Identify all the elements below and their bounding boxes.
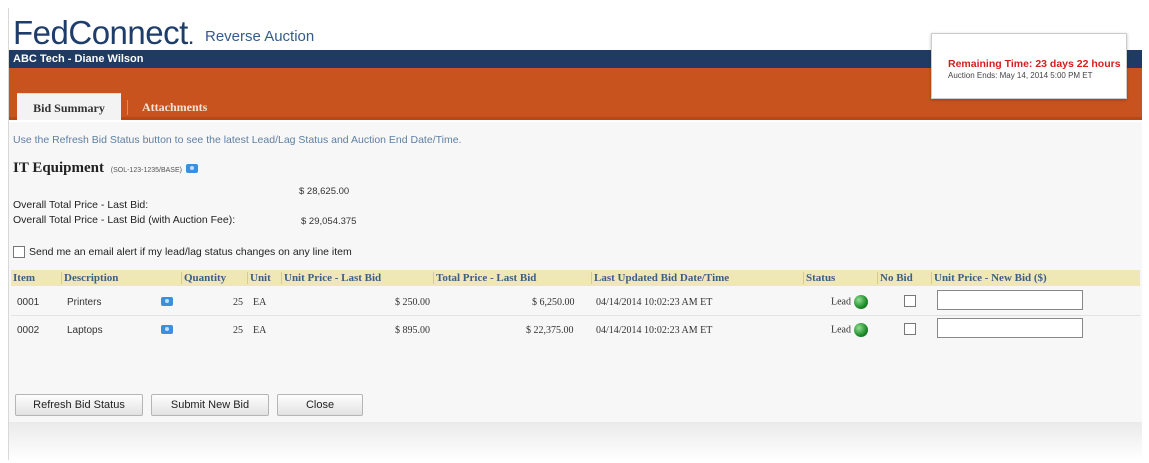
header-logo-row: FedConnect. Reverse Auction	[9, 8, 929, 51]
solicitation-number: (SOL-123-1235/BASE)	[110, 167, 182, 174]
last-bid-value: $ 28,625.00	[299, 186, 350, 197]
header-unit-price: Unit Price - Last Bid	[281, 272, 381, 284]
submit-new-bid-button[interactable]: Submit New Bid	[151, 394, 269, 416]
email-alert-label: Send me an email alert if my lead/lag st…	[29, 246, 352, 258]
user-name: ABC Tech - Diane Wilson	[13, 53, 144, 65]
table-row: 0001 Printers 25 EA $ 250.00 $ 6,250.00 …	[11, 288, 1140, 316]
camera-icon[interactable]	[161, 325, 173, 334]
close-button[interactable]: Close	[277, 394, 363, 416]
camera-icon[interactable]	[185, 164, 198, 174]
new-bid-input[interactable]	[937, 290, 1083, 310]
footer-strip	[9, 422, 1142, 460]
header-unit: Unit	[247, 272, 271, 284]
app-subtitle: Reverse Auction	[205, 28, 315, 45]
row-unit-price: $ 895.00	[395, 325, 430, 336]
header-no-bid: No Bid	[877, 272, 913, 284]
auction-end-time: Auction Ends: May 14, 2014 5:00 PM ET	[948, 71, 1093, 80]
remaining-time: Remaining Time: 23 days 22 hours	[948, 58, 1121, 70]
row-quantity: 25	[233, 325, 243, 336]
row-status: Lead	[831, 295, 868, 309]
table-row: 0002 Laptops 25 EA $ 895.00 $ 22,375.00 …	[11, 316, 1140, 344]
auction-fee-value: $ 29,054.375	[301, 216, 357, 227]
header-status: Status	[803, 272, 835, 284]
row-unit: EA	[253, 325, 267, 336]
info-text: Use the Refresh Bid Status button to see…	[13, 134, 462, 146]
header-total-price: Total Price - Last Bid	[433, 272, 536, 284]
solicitation-name: IT Equipment	[13, 160, 105, 176]
row-total-price: $ 6,250.00	[532, 297, 575, 308]
solicitation-title: IT Equipment (SOL-123-1235/BASE)	[13, 160, 198, 177]
row-unit: EA	[253, 297, 267, 308]
tab-label: Bid Summary	[33, 101, 105, 115]
row-unit-price: $ 250.00	[395, 297, 430, 308]
last-bid-label: Overall Total Price - Last Bid:	[13, 199, 149, 211]
header-last-updated: Last Updated Bid Date/Time	[591, 272, 729, 284]
no-bid-checkbox[interactable]	[904, 295, 916, 307]
row-item: 0002	[17, 325, 40, 336]
no-bid-checkbox[interactable]	[904, 323, 916, 335]
row-description: Laptops	[67, 325, 103, 336]
email-alert-option: Send me an email alert if my lead/lag st…	[13, 246, 352, 259]
table-header: Item Description Quantity Unit Unit Pric…	[11, 270, 1140, 286]
status-label: Lead	[831, 324, 851, 336]
row-last-updated: 04/14/2014 10:02:23 AM ET	[596, 297, 713, 308]
email-alert-checkbox[interactable]	[13, 246, 25, 259]
status-green-dot-icon	[854, 295, 868, 309]
row-last-updated: 04/14/2014 10:02:23 AM ET	[596, 325, 713, 336]
row-quantity: 25	[233, 297, 243, 308]
fedconnect-logo: FedConnect.	[13, 14, 194, 51]
header-item: Item	[13, 272, 35, 284]
auction-fee-label: Overall Total Price - Last Bid (with Auc…	[13, 214, 236, 226]
refresh-bid-status-button[interactable]: Refresh Bid Status	[15, 394, 143, 416]
header-description: Description	[61, 272, 118, 284]
row-total-price: $ 22,375.00	[526, 325, 574, 336]
tab-bid-summary[interactable]: Bid Summary	[17, 93, 121, 120]
camera-icon[interactable]	[161, 297, 173, 306]
header-new-bid: Unit Price - New Bid ($)	[931, 272, 1047, 284]
header-quantity: Quantity	[181, 272, 226, 284]
auction-timer-panel: Remaining Time: 23 days 22 hours Auction…	[931, 33, 1127, 99]
new-bid-input[interactable]	[937, 318, 1083, 338]
tab-attachments[interactable]: Attachments	[127, 100, 207, 115]
row-item: 0001	[17, 297, 40, 308]
app-window: FedConnect. Reverse Auction ABC Tech - D…	[8, 8, 1142, 460]
status-green-dot-icon	[854, 323, 868, 337]
row-status: Lead	[831, 323, 868, 337]
status-label: Lead	[831, 296, 851, 308]
bid-summary-content: Use the Refresh Bid Status button to see…	[9, 122, 1142, 422]
row-description: Printers	[67, 297, 102, 308]
